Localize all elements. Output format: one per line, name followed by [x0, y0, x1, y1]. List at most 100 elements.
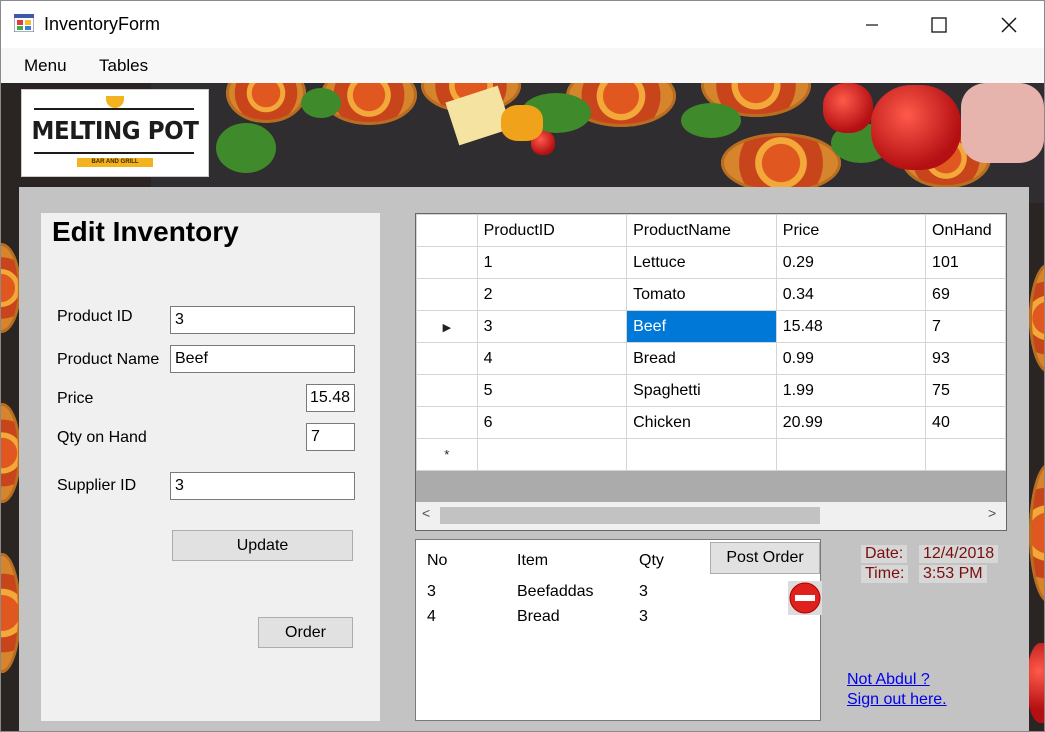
- edit-inventory-title: Edit Inventory: [52, 216, 239, 247]
- row-header[interactable]: [416, 246, 478, 279]
- close-button[interactable]: [986, 1, 1032, 48]
- title-bar[interactable]: InventoryForm: [1, 1, 1044, 48]
- table-row[interactable]: 4 Bread 0.99 93: [416, 342, 1006, 375]
- pizza-decoration: [1, 403, 21, 503]
- scroll-left-icon[interactable]: <: [422, 505, 430, 521]
- row-header[interactable]: [416, 374, 478, 407]
- remove-item-icon[interactable]: [788, 581, 822, 615]
- logo-name: MELTING POT: [31, 116, 199, 145]
- table-row[interactable]: 5 Spaghetti 1.99 75: [416, 374, 1006, 407]
- order-cell-item[interactable]: Beefaddas: [517, 583, 594, 601]
- cell-onhand[interactable]: 101: [925, 246, 1006, 279]
- scrollbar-thumb[interactable]: [440, 507, 820, 524]
- lettuce-decoration: [681, 103, 741, 138]
- row-header[interactable]: [416, 278, 478, 311]
- minimize-button[interactable]: [849, 1, 895, 48]
- grid-header-row: ProductID ProductName Price OnHand: [416, 214, 1006, 247]
- pepper-decoration: [1027, 643, 1044, 723]
- cell-onhand[interactable]: 93: [925, 342, 1006, 375]
- cell-productid[interactable]: 3: [476, 310, 628, 343]
- window-title: InventoryForm: [44, 14, 161, 34]
- order-cell-no[interactable]: 3: [427, 583, 436, 601]
- pizza-decoration: [1029, 263, 1044, 373]
- new-row[interactable]: *: [416, 438, 1006, 471]
- lettuce-decoration: [216, 123, 276, 173]
- lettuce-decoration: [301, 88, 341, 118]
- cell-price[interactable]: 15.48: [775, 310, 927, 343]
- cell-productid[interactable]: 2: [476, 278, 628, 311]
- sign-out-link[interactable]: Sign out here.: [847, 691, 947, 709]
- cell-new[interactable]: [626, 438, 777, 471]
- order-cell-qty[interactable]: 3: [639, 608, 648, 626]
- product-id-field[interactable]: 3: [170, 306, 355, 334]
- cell-new[interactable]: [775, 438, 927, 471]
- order-column-header-qty[interactable]: Qty: [639, 552, 664, 570]
- cell-onhand[interactable]: 40: [925, 406, 1006, 439]
- column-header-productname[interactable]: ProductName: [626, 214, 777, 247]
- table-row-selected[interactable]: ▶ 3 Beef 15.48 7: [416, 310, 1006, 343]
- close-icon: [1001, 17, 1017, 32]
- cell-productname[interactable]: Tomato: [626, 278, 777, 311]
- horizontal-scrollbar[interactable]: < >: [416, 502, 1006, 530]
- cell-productid[interactable]: 5: [476, 374, 628, 407]
- products-data-grid[interactable]: ProductID ProductName Price OnHand 1 Let…: [415, 213, 1007, 531]
- cell-price[interactable]: 0.29: [775, 246, 927, 279]
- cell-onhand[interactable]: 75: [925, 374, 1006, 407]
- products-table: ProductID ProductName Price OnHand 1 Let…: [416, 214, 1006, 471]
- order-cell-qty[interactable]: 3: [639, 583, 648, 601]
- time-value: 3:53 PM: [919, 565, 987, 583]
- cell-price[interactable]: 0.34: [775, 278, 927, 311]
- qty-on-hand-field[interactable]: 7: [306, 423, 355, 451]
- not-user-link[interactable]: Not Abdul ?: [847, 671, 930, 689]
- table-row[interactable]: 6 Chicken 20.99 40: [416, 406, 1006, 439]
- cell-new[interactable]: [476, 438, 628, 471]
- current-row-arrow-icon: ▶: [442, 321, 452, 334]
- menu-item-tables[interactable]: Tables: [99, 56, 148, 76]
- cell-price[interactable]: 0.99: [775, 342, 927, 375]
- scroll-right-icon[interactable]: >: [988, 505, 996, 521]
- cell-productname[interactable]: Spaghetti: [626, 374, 777, 407]
- time-label: Time:: [861, 565, 909, 583]
- pizza-decoration: [721, 133, 841, 193]
- inventory-form-window: InventoryForm Menu Tables MELTING POT BA…: [0, 0, 1045, 732]
- cell-new[interactable]: [925, 438, 1006, 471]
- cell-productid[interactable]: 6: [476, 406, 628, 439]
- order-cell-no[interactable]: 4: [427, 608, 436, 626]
- order-column-header-item[interactable]: Item: [517, 552, 548, 570]
- pizza-decoration: [1, 553, 21, 673]
- menu-item-menu[interactable]: Menu: [24, 56, 67, 76]
- product-id-label: Product ID: [57, 308, 133, 325]
- row-header[interactable]: *: [416, 438, 478, 471]
- product-name-field[interactable]: Beef: [170, 345, 355, 373]
- cell-productname[interactable]: Chicken: [626, 406, 777, 439]
- column-header-productid[interactable]: ProductID: [476, 214, 628, 247]
- update-button[interactable]: Update: [172, 530, 353, 561]
- pepper-decoration: [871, 85, 961, 170]
- row-header[interactable]: [416, 342, 478, 375]
- order-column-header-no[interactable]: No: [427, 552, 447, 570]
- cell-onhand[interactable]: 7: [925, 310, 1006, 343]
- post-order-button[interactable]: Post Order: [710, 542, 820, 574]
- cell-productname-selected[interactable]: Beef: [626, 310, 777, 343]
- date-label: Date:: [861, 545, 908, 563]
- cell-price[interactable]: 20.99: [775, 406, 927, 439]
- grid-corner-header[interactable]: [416, 214, 478, 247]
- row-header[interactable]: [416, 406, 478, 439]
- maximize-button[interactable]: [916, 1, 962, 48]
- price-field[interactable]: 15.48: [306, 384, 355, 412]
- order-cell-item[interactable]: Bread: [517, 608, 560, 626]
- table-row[interactable]: 1 Lettuce 0.29 101: [416, 246, 1006, 279]
- cell-productname[interactable]: Lettuce: [626, 246, 777, 279]
- column-header-price[interactable]: Price: [775, 214, 927, 247]
- cell-onhand[interactable]: 69: [925, 278, 1006, 311]
- supplier-id-field[interactable]: 3: [170, 472, 355, 500]
- cell-price[interactable]: 1.99: [775, 374, 927, 407]
- row-header[interactable]: ▶: [416, 310, 478, 343]
- column-header-onhand[interactable]: OnHand: [925, 214, 1006, 247]
- cell-productid[interactable]: 1: [476, 246, 628, 279]
- cell-productname[interactable]: Bread: [626, 342, 777, 375]
- maximize-icon: [931, 16, 947, 33]
- cell-productid[interactable]: 4: [476, 342, 628, 375]
- table-row[interactable]: 2 Tomato 0.34 69: [416, 278, 1006, 311]
- order-button[interactable]: Order: [258, 617, 353, 648]
